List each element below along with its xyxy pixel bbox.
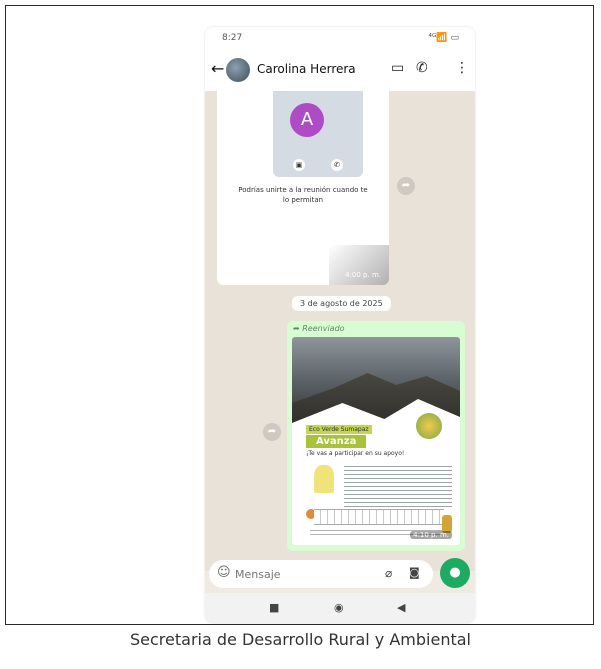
recents-icon[interactable]: ■ xyxy=(269,601,279,614)
emoji-icon[interactable]: ☺ xyxy=(217,565,231,580)
mic-off-icon: ▣ xyxy=(293,159,305,171)
poster-subtitle: ¡Te vas a participar en su apoyo! xyxy=(306,450,405,457)
status-bar: 8:27 ⁴ᴳ📶 ▭ xyxy=(205,27,475,51)
system-nav-bar: ■ ◉ ◀ xyxy=(205,593,475,623)
date-separator: 3 de agosto de 2025 xyxy=(292,296,391,311)
contact-avatar[interactable] xyxy=(226,58,250,82)
poster-plant-illustration xyxy=(314,465,334,493)
phone-call-icon[interactable]: ✆ xyxy=(416,60,428,76)
poster-image[interactable]: Eco Verde Sumapaz Avanza ¡Te vas a parti… xyxy=(292,337,460,545)
chat-area[interactable]: A ▣ ✆ Podrías unirte a la reunión cuando… xyxy=(205,91,475,571)
video-call-icon[interactable]: ▭ xyxy=(391,60,404,76)
poster-info-row xyxy=(314,509,444,525)
contact-name[interactable]: Carolina Herrera xyxy=(257,62,356,76)
message-input[interactable] xyxy=(235,564,355,584)
mic-button[interactable]: ● xyxy=(440,558,470,588)
attach-icon[interactable]: ⌀ xyxy=(385,566,392,580)
forward-icon[interactable]: ➦ xyxy=(397,177,415,195)
forwarded-text: Reenviado xyxy=(302,324,345,333)
status-icons: ⁴ᴳ📶 ▭ xyxy=(428,33,459,43)
forward-icon[interactable]: ➦ xyxy=(263,423,281,441)
call-screenshot-text: Podrías unirte a la reunión cuando te lo… xyxy=(238,186,368,204)
poster-headline: Avanza xyxy=(306,435,367,448)
call-screenshot-image[interactable]: A ▣ ✆ xyxy=(273,91,363,177)
phone-screenshot: 8:27 ⁴ᴳ📶 ▭ ← Carolina Herrera ▭ ✆ ⋮ A ▣ … xyxy=(205,27,475,623)
more-options-icon[interactable]: ⋮ xyxy=(455,60,469,76)
outgoing-message-bubble[interactable]: ➦ Reenviado Eco Verde Sumapaz Avanza ¡Te… xyxy=(287,321,465,551)
forwarded-label: ➦ Reenviado xyxy=(293,324,345,333)
incoming-message-bubble[interactable]: A ▣ ✆ Podrías unirte a la reunión cuando… xyxy=(217,91,389,285)
poster-body-text xyxy=(344,463,452,507)
chat-header: ← Carolina Herrera ▭ ✆ ⋮ xyxy=(205,51,475,91)
message-composer: ☺ ⌀ ◙ xyxy=(209,560,433,588)
message-time: 4:10 p. m. xyxy=(410,531,452,539)
back-nav-icon[interactable]: ◀ xyxy=(397,601,405,614)
image-frame: 8:27 ⁴ᴳ📶 ▭ ← Carolina Herrera ▭ ✆ ⋮ A ▣ … xyxy=(5,5,594,625)
back-arrow-icon[interactable]: ← xyxy=(211,59,224,78)
home-icon[interactable]: ◉ xyxy=(334,601,344,614)
poster-title: Eco Verde Sumapaz xyxy=(306,425,372,434)
image-caption: Secretaria de Desarrollo Rural y Ambient… xyxy=(130,630,471,649)
participant-avatar: A xyxy=(290,103,324,137)
camera-icon[interactable]: ◙ xyxy=(409,566,420,579)
message-time: 4:00 p. m. xyxy=(345,271,381,279)
poster-logo xyxy=(416,413,442,439)
status-time: 8:27 xyxy=(222,33,243,43)
image-shadow xyxy=(329,245,389,285)
microphone-icon: ● xyxy=(449,565,461,580)
hangup-icon: ✆ xyxy=(331,159,343,171)
